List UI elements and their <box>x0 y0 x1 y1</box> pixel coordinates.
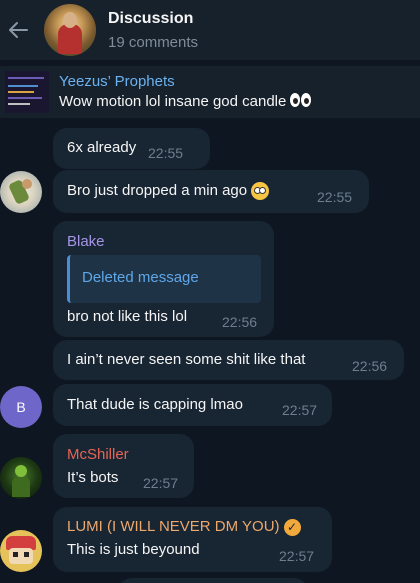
message-time: 22:57 <box>143 475 179 491</box>
message-bubble[interactable]: LUMI (I WILL NEVER DM YOU) ✓ This is just… <box>53 507 332 572</box>
reply-quote[interactable]: Deleted message <box>67 255 261 303</box>
message-text: That dude is capping lmao <box>67 396 243 413</box>
message-bubble[interactable]: McShiller It’s bots 22:57 <box>53 434 194 498</box>
message-time: 22:55 <box>317 189 353 205</box>
user-avatar[interactable] <box>0 457 42 499</box>
sender-name: McShiller <box>67 446 129 463</box>
message-time: 22:57 <box>282 402 318 418</box>
message-bubble[interactable]: That dude is capping lmao 22:57 <box>53 384 332 426</box>
comments-count: 19 comments <box>108 33 199 51</box>
message-bubble[interactable]: Bro just dropped a min ago 22:55 <box>53 170 369 213</box>
message-time: 22:57 <box>279 548 315 564</box>
sender-name: Blake <box>67 233 105 250</box>
eyes-emoji-icon <box>290 93 312 111</box>
back-button[interactable] <box>0 12 36 48</box>
message-time: 22:55 <box>148 145 184 161</box>
message-text: I ain’t never seen some shit like that <box>67 351 306 368</box>
message-text: 6x already <box>67 139 137 156</box>
chat-header: Discussion 19 comments <box>0 0 420 60</box>
avatar-letter: B <box>16 399 26 415</box>
arrow-left-icon <box>9 22 28 38</box>
message-bubble[interactable]: Blake Deleted message bro not like this … <box>53 221 274 337</box>
pinned-text: Wow motion lol insane god candle <box>59 93 312 111</box>
message-text: It’s bots <box>67 469 119 486</box>
message-bubble[interactable]: 6x already 22:55 <box>53 128 210 169</box>
verified-badge-icon: ✓ <box>283 518 301 536</box>
pinned-thumbnail <box>5 71 49 113</box>
message-text: Bro just dropped a min ago <box>67 182 270 201</box>
message-time: 22:56 <box>352 358 388 374</box>
pinned-author: Yeezus’ Prophets <box>59 72 175 90</box>
pinned-post[interactable]: Yeezus’ Prophets Wow motion lol insane g… <box>0 66 420 118</box>
user-avatar[interactable] <box>0 530 42 572</box>
chat-title: Discussion <box>108 9 194 27</box>
message-text: This is just beyound <box>67 541 200 558</box>
message-bubble[interactable]: I ain’t never seen some shit like that 2… <box>53 340 404 380</box>
channel-avatar[interactable] <box>44 4 96 56</box>
flushed-face-emoji-icon <box>251 182 270 201</box>
quoted-text: Deleted message <box>82 269 199 286</box>
message-text: bro not like this lol <box>67 308 188 325</box>
user-avatar[interactable] <box>0 171 42 213</box>
message-bubble[interactable] <box>118 578 308 583</box>
sender-name: LUMI (I WILL NEVER DM YOU) ✓ <box>67 518 301 536</box>
user-avatar[interactable]: B <box>0 386 42 428</box>
message-time: 22:56 <box>222 314 258 330</box>
